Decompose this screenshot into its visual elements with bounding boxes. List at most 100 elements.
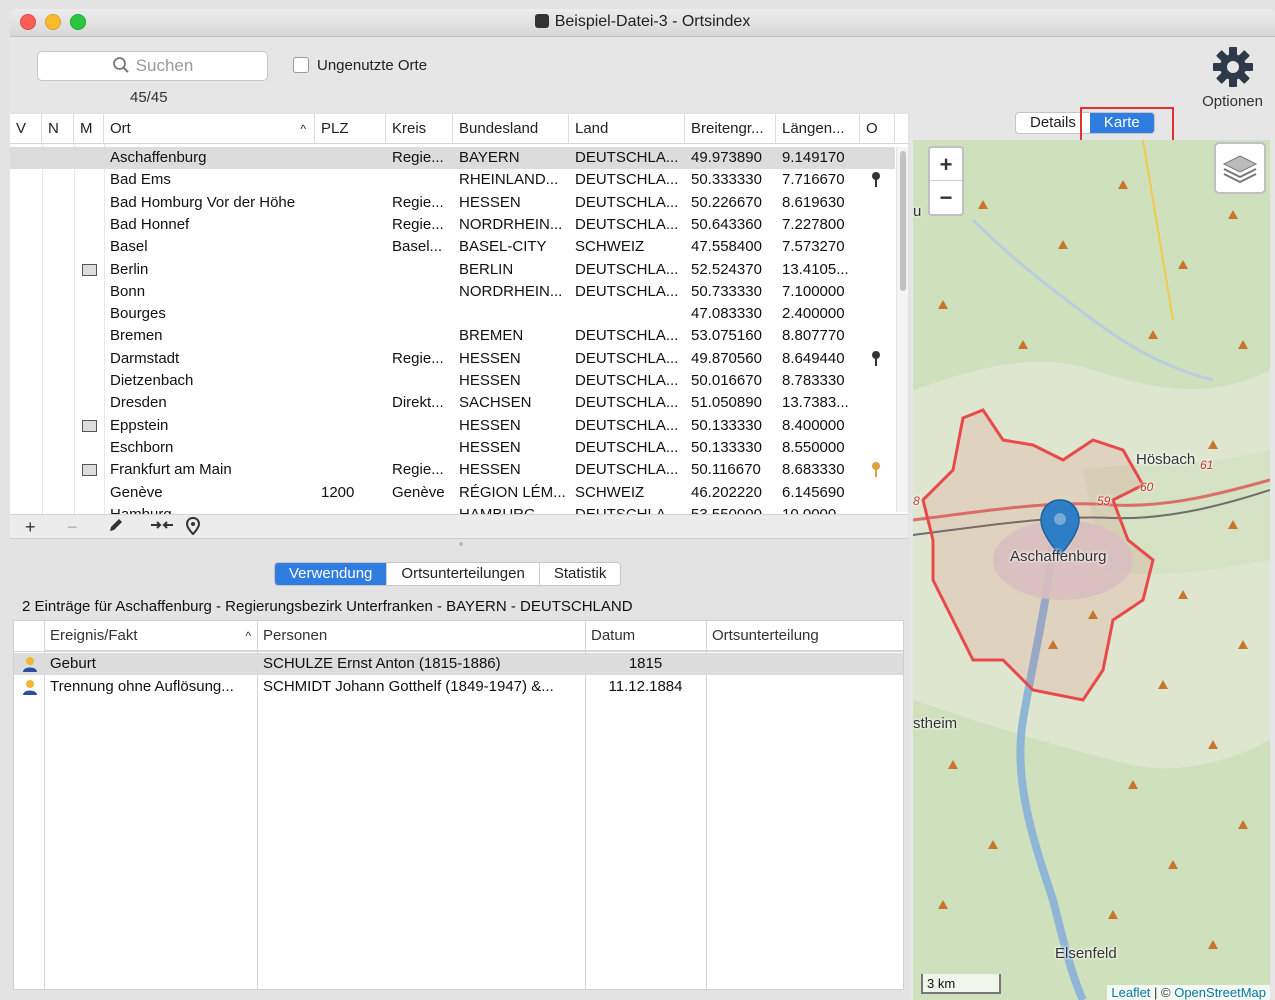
table-row[interactable]: Genève 1200 Genève RÉGION LÉM... SCHWEIZ 46.2… [10, 482, 895, 504]
cell-person: SCHMIDT Johann Gotthelf (1849-1947) &... [263, 677, 554, 695]
col-header-m[interactable]: M [74, 114, 104, 144]
table-row[interactable]: Eppstein HESSEN DEUTSCHLA... 50.133330 8.400… [10, 415, 895, 437]
cell-bundesland: HAMBURG [453, 504, 569, 514]
cell-breite: 50.016670 [691, 372, 762, 389]
layers-button[interactable] [1214, 142, 1266, 194]
cell-laenge: 8.400000 [782, 416, 845, 434]
usage-row[interactable]: Trennung ohne Auflösung... SCHMIDT Johann… [14, 676, 903, 698]
table-row[interactable]: Darmstadt Regie... HESSEN DEUTSCHLA... 49.87… [10, 348, 895, 370]
cell-bundesland: NORDRHEIN... [459, 282, 563, 300]
cell-land: DEUTSCHLA... [575, 438, 679, 456]
col-header-ortsunterteilung[interactable]: Ortsunterteilung [706, 621, 903, 651]
usage-row[interactable]: Geburt SCHULZE Ernst Anton (1815-1886) 181… [14, 653, 903, 675]
options-button[interactable]: Optionen [1202, 45, 1263, 110]
col-header-v[interactable]: V [10, 114, 42, 144]
tab-verwendung[interactable]: Verwendung [275, 563, 388, 585]
table-row[interactable]: Bad Ems RHEINLAND... DEUTSCHLA... 50.333330… [10, 169, 895, 191]
layers-icon [1222, 155, 1258, 184]
leaflet-link[interactable]: Leaflet [1111, 985, 1150, 1000]
cell-land: DEUTSCHLA... [575, 149, 679, 166]
cell-plz [315, 504, 386, 514]
tab-statistik[interactable]: Statistik [540, 563, 621, 585]
cell-event: Trennung ohne Auflösung... [50, 677, 234, 695]
cell-land: DEUTSCHLA... [575, 171, 679, 189]
table-row[interactable]: Bourges 47.083330 2.400000 [10, 303, 895, 325]
col-header-ort[interactable]: Ort ^ [104, 114, 315, 144]
table-row[interactable]: Dietzenbach HESSEN DEUTSCHLA... 50.016670 8.… [10, 370, 895, 392]
col-header-laenge[interactable]: Längen... [776, 114, 860, 144]
unused-places-label: Ungenutzte Orte [317, 57, 428, 74]
table-scrollbar[interactable] [896, 147, 908, 512]
table-row[interactable]: Eschborn HESSEN DEUTSCHLA... 50.133330 8.550… [10, 437, 895, 459]
table-row[interactable]: Bad Homburg Vor der Höhe Regie... HESSEN DE… [10, 192, 895, 214]
cell-kreis [386, 437, 453, 459]
merge-icon[interactable] [150, 517, 174, 538]
add-icon[interactable]: + [25, 517, 36, 538]
zoom-in-button[interactable]: + [930, 148, 962, 181]
table-row[interactable]: Aschaffenburg Regie... BAYERN DEUTSCHLA... 4… [10, 147, 895, 169]
scrollbar-thumb[interactable] [900, 151, 906, 291]
cell-laenge: 8.783330 [782, 372, 845, 389]
cell-bundesland: BAYERN [459, 149, 520, 166]
cell-breite: 47.083330 [691, 305, 762, 323]
col-header-plz[interactable]: PLZ [315, 114, 386, 144]
remove-icon[interactable]: − [67, 517, 78, 538]
sort-ascending-icon: ^ [300, 122, 306, 136]
divider-handle[interactable] [459, 542, 463, 546]
cell-plz [315, 236, 386, 258]
col-header-o[interactable]: O [860, 114, 895, 144]
cell-kreis [386, 169, 453, 191]
map-view[interactable]: + − u Hösbach 61 60 59 8 Aschaffenburg s… [913, 140, 1270, 1000]
cell-bundesland: RHEINLAND... [459, 171, 559, 189]
cell-ort: Darmstadt [110, 349, 180, 367]
col-header-bundesland[interactable]: Bundesland [453, 114, 569, 144]
openstreetmap-link[interactable]: OpenStreetMap [1174, 985, 1266, 1000]
cell-breite: 50.133330 [691, 438, 762, 456]
table-row[interactable]: Dresden Direkt... SACHSEN DEUTSCHLA... 51.05… [10, 392, 895, 414]
map-pin-icon[interactable] [185, 516, 201, 540]
cell-breite: 51.050890 [691, 394, 762, 412]
cell-laenge: 8.683330 [782, 461, 845, 479]
edit-pencil-icon[interactable] [108, 517, 124, 538]
cell-kreis: Direkt... [392, 394, 444, 412]
col-header-personen[interactable]: Personen [257, 621, 585, 651]
cell-bundesland: HESSEN [459, 461, 521, 479]
cell-ort: Bourges [110, 305, 166, 323]
right-panel: Details Karte + − u Hösbach 61 60 59 8 A… [910, 107, 1275, 1000]
cell-kreis: Regie... [392, 349, 444, 367]
table-row[interactable]: Berlin BERLIN DEUTSCHLA... 52.524370 13.4105… [10, 259, 895, 281]
table-row[interactable]: Bremen BREMEN DEUTSCHLA... 53.075160 8.80777… [10, 325, 895, 347]
cell-plz [315, 415, 386, 437]
cell-breite: 50.226670 [691, 193, 762, 211]
table-row[interactable]: Basel Basel... BASEL-CITY SCHWEIZ 47.558400 7… [10, 236, 895, 258]
col-header-breite[interactable]: Breitengr... [685, 114, 776, 144]
table-row[interactable]: Hamburg HAMBURGDEUTSCHLA...53.55000010.00… [10, 504, 895, 514]
col-header-datum[interactable]: Datum [585, 621, 706, 651]
tab-details[interactable]: Details [1016, 113, 1090, 133]
col-header-land[interactable]: Land [569, 114, 685, 144]
cell-sub [706, 653, 903, 675]
map-attribution: Leaflet | © OpenStreetMap [1107, 985, 1270, 1000]
tab-ortsunterteilungen[interactable]: Ortsunterteilungen [387, 563, 540, 585]
search-input[interactable]: Suchen [37, 51, 268, 81]
table-row[interactable]: Bonn NORDRHEIN... DEUTSCHLA... 50.733330 7.1… [10, 281, 895, 303]
table-row[interactable]: Bad Honnef Regie... NORDRHEIN... DEUTSCHLA.… [10, 214, 895, 236]
options-label: Optionen [1202, 93, 1263, 110]
cell-plz [315, 281, 386, 303]
cell-ort: Bremen [110, 327, 163, 345]
cell-laenge: 8.550000 [782, 438, 845, 456]
cell-breite: 50.333330 [691, 171, 762, 189]
table-row[interactable]: Frankfurt am Main Regie... HESSEN DEUTSCHLA… [10, 459, 895, 481]
checkbox-box[interactable] [293, 57, 309, 73]
cell-land: DEUTSCHLA... [575, 416, 679, 434]
zoom-out-button[interactable]: − [930, 181, 962, 214]
cell-plz [315, 303, 386, 325]
cell-bundesland: BASEL-CITY [459, 238, 547, 256]
unused-places-checkbox[interactable]: Ungenutzte Orte [293, 57, 427, 74]
col-header-ereignis[interactable]: Ereignis/Fakt ^ [44, 621, 257, 651]
window-title-text: Beispiel-Datei-3 - Ortsindex [554, 13, 751, 30]
cell-breite: 52.524370 [691, 260, 762, 278]
split-view-divider[interactable] [10, 538, 908, 548]
col-header-kreis[interactable]: Kreis [386, 114, 453, 144]
col-header-n[interactable]: N [42, 114, 74, 144]
